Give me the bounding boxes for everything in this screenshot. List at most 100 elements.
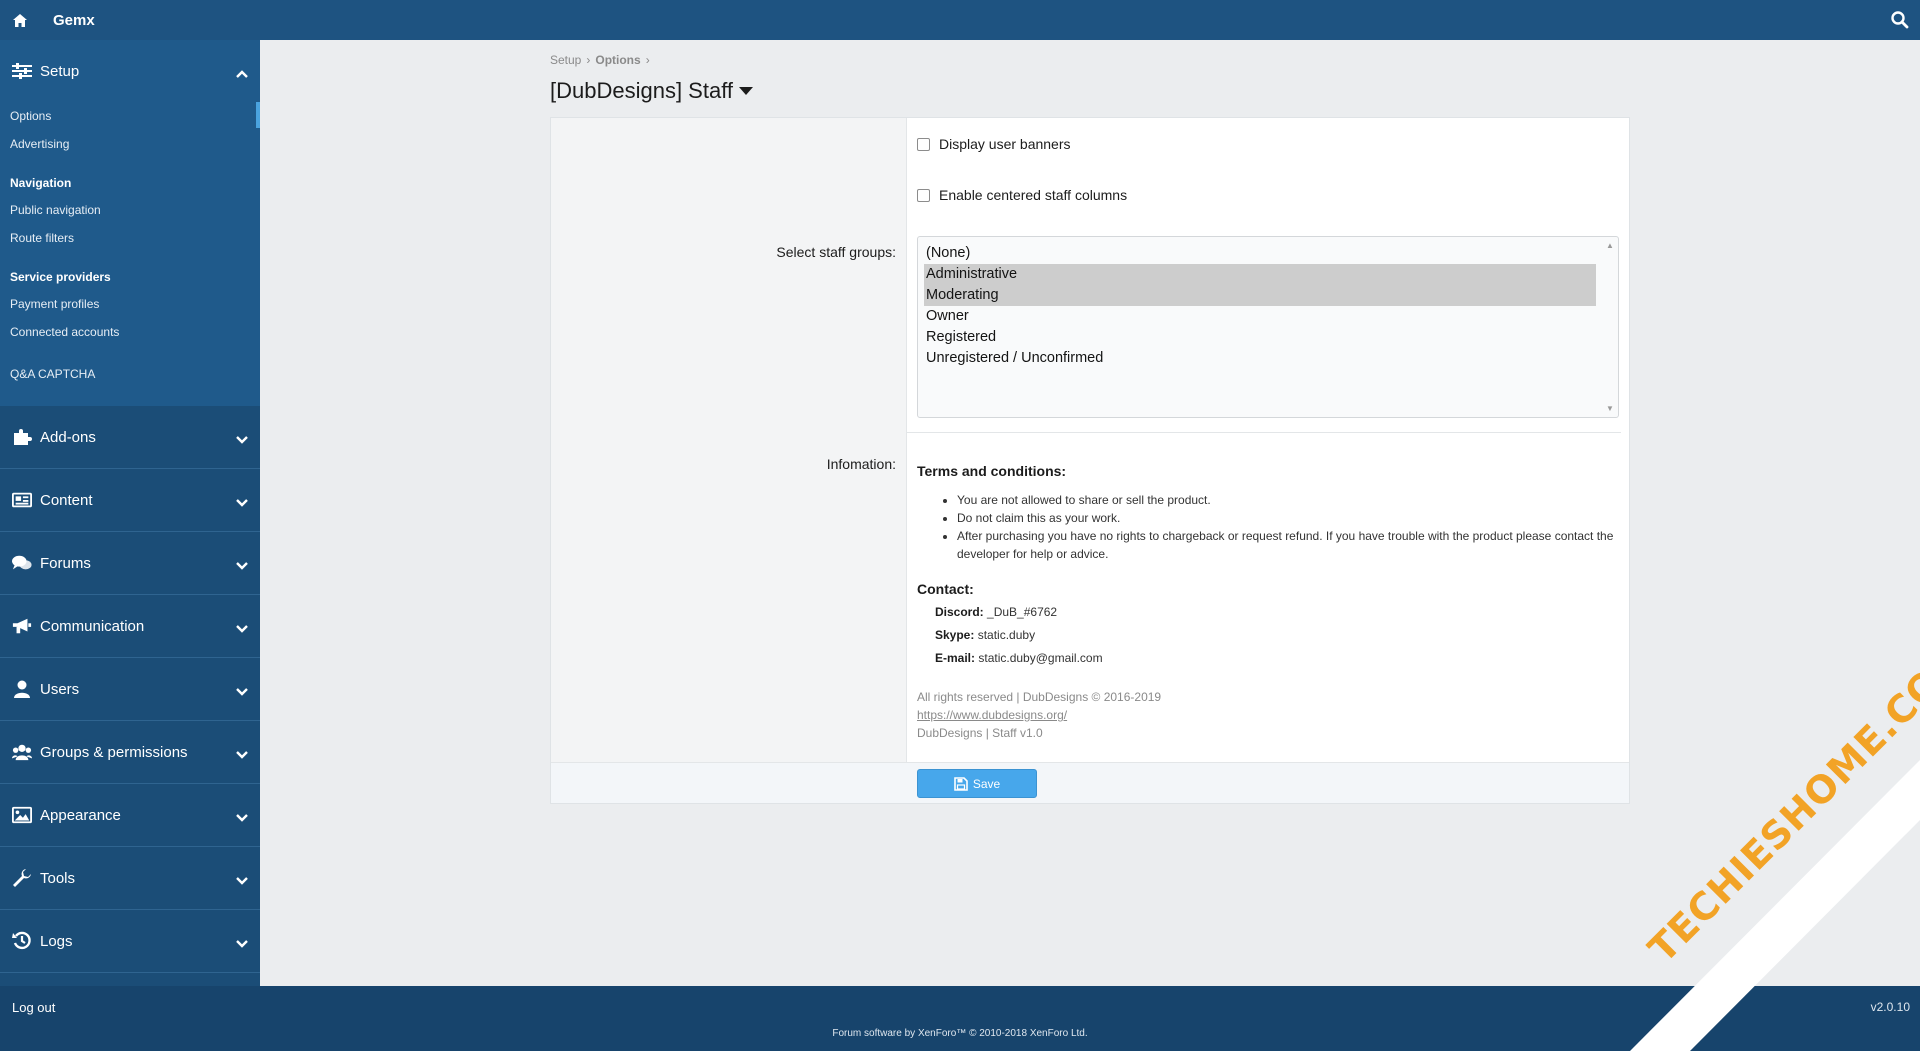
listbox-option-registered[interactable]: Registered [924, 327, 1596, 348]
chevron-up-icon[interactable] [236, 66, 248, 78]
display-user-banners-checkbox[interactable]: Display user banners [917, 136, 1071, 152]
checkbox-label[interactable]: Display user banners [939, 136, 1071, 152]
sidebar-group-service-providers[interactable]: Service providers [0, 264, 260, 290]
information-block: Terms and conditions: You are not allowe… [917, 463, 1617, 742]
contact-value: static.duby@gmail.com [978, 651, 1103, 665]
terms-list: You are not allowed to share or sell the… [917, 491, 1617, 563]
caret-down-icon[interactable] [739, 86, 754, 96]
scroll-down-icon[interactable]: ▼ [1606, 404, 1614, 413]
sidebar-item-route-filters[interactable]: Route filters [0, 224, 260, 252]
chevron-down-icon[interactable] [236, 495, 248, 507]
sidebar-section-forums[interactable]: Forums [0, 532, 260, 595]
copyright-block: All rights reserved | DubDesigns © 2016-… [917, 688, 1617, 742]
checkbox-label[interactable]: Enable centered staff columns [939, 187, 1127, 203]
chevron-down-icon[interactable] [236, 810, 248, 822]
sliders-icon [12, 61, 32, 81]
chevron-down-icon[interactable] [236, 432, 248, 444]
breadcrumb-options[interactable]: Options [595, 53, 640, 67]
listbox-option-administrative[interactable]: Administrative [924, 264, 1596, 285]
site-title[interactable]: Gemx [53, 12, 95, 29]
sidebar-section-groups[interactable]: Groups & permissions [0, 721, 260, 784]
sidebar-section-label: Users [40, 680, 80, 698]
sidebar-section-logs[interactable]: Logs [0, 910, 260, 973]
dubdesigns-link[interactable]: https://www.dubdesigns.org/ [917, 708, 1067, 722]
page-title[interactable]: [DubDesigns] Staff [550, 78, 754, 104]
listbox-scrollbar[interactable]: ▲ ▼ [1604, 239, 1616, 415]
sidebar-section-label: Add-ons [40, 428, 96, 446]
sidebar-item-options[interactable]: Options [0, 102, 260, 130]
sidebar-section-content[interactable]: Content [0, 469, 260, 532]
history-icon [12, 931, 32, 951]
chevron-down-icon[interactable] [236, 684, 248, 696]
contact-discord: Discord: _DuB_#6762 [935, 601, 1617, 624]
sidebar-section-label: Tools [40, 869, 76, 887]
sidebar-section-setup[interactable]: Setup [0, 40, 260, 102]
listbox-option-moderating[interactable]: Moderating [924, 285, 1596, 306]
sidebar-section-label: Appearance [40, 806, 121, 824]
sidebar-section-tools[interactable]: Tools [0, 847, 260, 910]
listbox-option-owner[interactable]: Owner [924, 306, 1596, 327]
home-icon[interactable] [0, 0, 40, 40]
wrench-icon [12, 868, 32, 888]
bullhorn-icon [12, 616, 32, 636]
save-button[interactable]: Save [917, 769, 1037, 798]
contact-value: static.duby [977, 628, 1036, 642]
user-icon [12, 679, 32, 699]
sidebar-item-qa-captcha[interactable]: Q&A CAPTCHA [0, 360, 260, 388]
users-icon [12, 742, 32, 762]
sidebar: Setup Options Advertising Navigation Pub… [0, 40, 260, 986]
list-item: You are not allowed to share or sell the… [957, 491, 1617, 509]
terms-heading: Terms and conditions: [917, 463, 1067, 479]
sidebar-section-label: Logs [40, 932, 73, 950]
image-icon [12, 805, 32, 825]
sidebar-section-label: Content [40, 491, 93, 509]
checkbox-box[interactable] [917, 188, 930, 202]
sidebar-section-communication[interactable]: Communication [0, 595, 260, 658]
options-form: Select staff groups: Infomation: Display… [550, 117, 1630, 804]
listbox-option-none[interactable]: (None) [924, 243, 1596, 264]
sidebar-item-public-navigation[interactable]: Public navigation [0, 196, 260, 224]
chevron-down-icon[interactable] [236, 558, 248, 570]
chevron-down-icon[interactable] [236, 621, 248, 633]
chevron-down-icon[interactable] [236, 936, 248, 948]
sidebar-section-add-ons[interactable]: Add-ons [0, 406, 260, 469]
form-submit-row: Save [551, 762, 1629, 803]
contact-label: E-mail: [935, 651, 976, 665]
contact-heading: Contact: [917, 581, 974, 597]
checkbox-box[interactable] [917, 137, 930, 151]
listbox-option-unregistered[interactable]: Unregistered / Unconfirmed [924, 348, 1596, 369]
scroll-up-icon[interactable]: ▲ [1606, 241, 1614, 250]
logout-link[interactable]: Log out [12, 1000, 55, 1015]
page-title-text: [DubDesigns] Staff [550, 78, 734, 103]
contact-value: _DuB_#6762 [987, 605, 1058, 619]
enable-centered-columns-checkbox[interactable]: Enable centered staff columns [917, 187, 1127, 203]
newspaper-icon [12, 490, 32, 510]
sidebar-section-label: Forums [40, 554, 91, 572]
contact-label: Skype: [935, 628, 975, 642]
label-column: Select staff groups: Infomation: [551, 118, 907, 762]
puzzle-icon [12, 427, 32, 447]
chevron-down-icon[interactable] [236, 747, 248, 759]
contact-email: E-mail: static.duby@gmail.com [935, 647, 1617, 670]
search-icon[interactable] [1890, 10, 1910, 30]
sidebar-item-connected-accounts[interactable]: Connected accounts [0, 318, 260, 346]
staff-groups-listbox[interactable]: (None) Administrative Moderating Owner R… [917, 236, 1619, 418]
list-item: After purchasing you have no rights to c… [957, 527, 1617, 563]
divider [907, 432, 1621, 433]
contact-skype: Skype: static.duby [935, 624, 1617, 647]
chevron-down-icon[interactable] [236, 873, 248, 885]
sidebar-item-payment-profiles[interactable]: Payment profiles [0, 290, 260, 318]
sidebar-section-users[interactable]: Users [0, 658, 260, 721]
breadcrumb: Setup › Options › [550, 53, 650, 67]
save-button-label: Save [972, 776, 1001, 791]
sidebar-group-navigation[interactable]: Navigation [0, 170, 260, 196]
sidebar-section-label: Communication [40, 617, 145, 635]
comments-icon [12, 553, 32, 573]
sidebar-section-appearance[interactable]: Appearance [0, 784, 260, 847]
save-icon [954, 776, 968, 791]
sidebar-section-label: Setup [40, 62, 80, 80]
list-item: Do not claim this as your work. [957, 509, 1617, 527]
sidebar-item-advertising[interactable]: Advertising [0, 130, 260, 158]
select-staff-groups-label: Select staff groups: [776, 244, 896, 260]
breadcrumb-setup[interactable]: Setup [550, 53, 581, 67]
